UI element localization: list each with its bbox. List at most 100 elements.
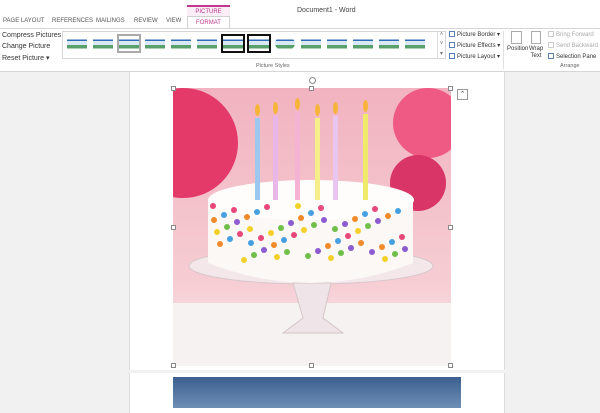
selection-pane-button[interactable]: Selection Pane [548,53,596,60]
cake-picture[interactable] [173,88,451,366]
candy-dot [305,253,311,259]
rotate-handle[interactable] [309,77,316,84]
compress-pictures-button[interactable]: Compress Pictures [2,32,61,39]
candy-dot [348,245,354,251]
candy-dot [301,227,307,233]
candy-dot [335,238,341,244]
bring-forward-icon [548,31,554,37]
candle-flame [363,100,368,112]
candy-dot [227,236,233,242]
candy-dot [342,221,348,227]
reset-picture-button[interactable]: Reset Picture ▾ [2,54,50,62]
candy-dot [311,222,317,228]
position-button[interactable]: Position [507,31,528,52]
tab-review[interactable]: REVIEW [134,18,158,24]
arrange-label: Arrange [560,63,580,69]
resize-handle[interactable] [171,86,176,91]
candy-dot [214,229,220,235]
candy-dot [284,249,290,255]
candy-dot [399,234,405,240]
gallery-down-button[interactable]: ˅ [437,41,445,50]
tab-page-layout[interactable]: PAGE LAYOUT [3,18,44,24]
picture-style-option[interactable] [197,36,217,51]
picture-style-option[interactable] [247,34,271,53]
candy-dot [392,251,398,257]
candy-dot [328,255,334,261]
second-picture[interactable] [173,377,461,408]
bring-forward-button[interactable]: Bring Forward [548,31,594,38]
picture-layout-icon [449,53,455,59]
picture-style-option[interactable] [117,34,141,53]
candy-dot [308,210,314,216]
picture-style-option[interactable] [171,36,191,51]
candle-flame [255,104,260,116]
candy-dot [298,215,304,221]
candy-dot [244,214,250,220]
candy-dot [395,208,401,214]
picture-style-option[interactable] [67,36,87,51]
candle [295,112,300,200]
tab-references[interactable]: REFERENCES [52,18,93,24]
candle [273,116,278,200]
picture-style-option[interactable] [275,36,295,51]
resize-handle[interactable] [448,225,453,230]
candy-dot [318,205,324,211]
candy-dot [278,225,284,231]
candy-dot [352,216,358,222]
candle-flame [295,98,300,110]
resize-handle[interactable] [448,363,453,368]
candy-dot [221,212,227,218]
candle [333,116,338,200]
candle [363,114,368,200]
picture-layout-button[interactable]: Picture Layout ▾ [449,53,500,60]
picture-border-button[interactable]: Picture Border ▾ [449,31,500,38]
candy-dot [402,246,408,252]
picture-style-option[interactable] [221,34,245,53]
picture-style-option[interactable] [379,36,399,51]
picture-style-option[interactable] [93,36,113,51]
candy-dot [365,223,371,229]
change-picture-button[interactable]: Change Picture [2,43,50,50]
candy-dot [224,224,230,230]
candy-dot [288,220,294,226]
picture-styles-label: Picture Styles [256,63,290,69]
picture-style-option[interactable] [405,36,425,51]
candy-dot [321,217,327,223]
send-backward-button[interactable]: Send Backward [548,42,598,49]
resize-handle[interactable] [309,86,314,91]
candy-dot [251,252,257,258]
layout-options-button[interactable]: ⌃ [457,89,468,100]
wrap-text-button[interactable]: Wrap Text [529,31,543,60]
picture-effects-button[interactable]: Picture Effects ▾ [449,42,500,49]
picture-style-option[interactable] [353,36,373,51]
gallery-up-button[interactable]: ˄ [437,32,445,41]
window-title: Document1 - Word [297,7,356,14]
wrap-text-icon [531,31,541,44]
candy-dot [338,250,344,256]
candy-dot [372,206,378,212]
tab-mailings[interactable]: MAILINGS [96,18,125,24]
picture-style-option[interactable] [327,36,347,51]
candy-dot [291,232,297,238]
candy-dot [382,256,388,262]
resize-handle[interactable] [171,363,176,368]
candy-dot [281,237,287,243]
candle-flame [273,102,278,114]
gallery-more-button[interactable]: ▾ [437,50,445,59]
tab-view[interactable]: VIEW [166,18,181,24]
picture-style-option[interactable] [301,36,321,51]
picture-style-option[interactable] [145,36,165,51]
candy-dot [315,248,321,254]
candy-dot [247,226,253,232]
candle-flame [333,102,338,114]
selection-pane-icon [548,53,554,59]
resize-handle[interactable] [448,86,453,91]
candy-dot [379,244,385,250]
resize-handle[interactable] [309,363,314,368]
candy-dot [325,243,331,249]
candy-dot [254,209,260,215]
candy-dot [295,203,301,209]
candy-dot [355,228,361,234]
candy-dot [264,204,270,210]
resize-handle[interactable] [171,225,176,230]
